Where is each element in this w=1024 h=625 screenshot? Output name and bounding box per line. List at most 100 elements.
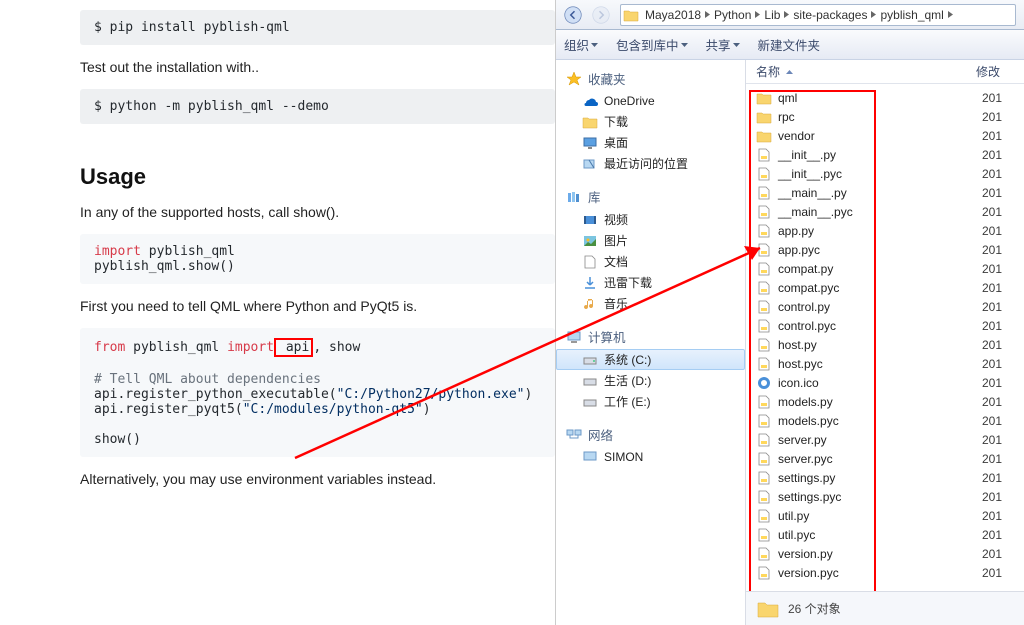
- file-row[interactable]: version.pyc201: [746, 563, 1024, 582]
- file-row[interactable]: compat.py201: [746, 259, 1024, 278]
- code-block-demo: $ python -m pyblish_qml --demo: [80, 89, 555, 124]
- file-row[interactable]: icon.ico201: [746, 373, 1024, 392]
- file-row[interactable]: control.pyc201: [746, 316, 1024, 335]
- file-row[interactable]: util.pyc201: [746, 525, 1024, 544]
- back-button[interactable]: [560, 3, 586, 27]
- recent-icon: [582, 156, 598, 172]
- file-row[interactable]: version.py201: [746, 544, 1024, 563]
- kw-import: import: [94, 244, 141, 259]
- tree-node-xunlei[interactable]: 迅雷下载: [556, 272, 745, 293]
- file-row[interactable]: __init__.py201: [746, 145, 1024, 164]
- windows-explorer: Maya2018 Python Lib site-packages pyblis…: [555, 0, 1024, 625]
- comment-deps: # Tell QML about dependencies: [94, 372, 321, 387]
- libraries-label: 库: [588, 187, 601, 206]
- file-rows[interactable]: qml201rpc201vendor201__init__.py201__ini…: [746, 84, 1024, 582]
- file-row[interactable]: host.py201: [746, 335, 1024, 354]
- file-row[interactable]: __main__.py201: [746, 183, 1024, 202]
- tree-node-videos[interactable]: 视频: [556, 209, 745, 230]
- tree-node-music[interactable]: 音乐: [556, 293, 745, 314]
- bc-item[interactable]: site-packages: [789, 8, 871, 22]
- libraries-head[interactable]: 库: [556, 184, 745, 209]
- file-row[interactable]: server.pyc201: [746, 449, 1024, 468]
- file-name: util.py: [778, 509, 982, 523]
- file-name: compat.pyc: [778, 281, 982, 295]
- file-row[interactable]: rpc201: [746, 107, 1024, 126]
- breadcrumb[interactable]: Maya2018 Python Lib site-packages pyblis…: [620, 4, 1016, 26]
- install-cmd: $ pip install pyblish-qml: [94, 20, 290, 35]
- computer-label: 计算机: [588, 327, 626, 346]
- file-row[interactable]: __init__.pyc201: [746, 164, 1024, 183]
- file-row[interactable]: vendor201: [746, 126, 1024, 145]
- share-menu[interactable]: 共享: [706, 35, 740, 54]
- network-head[interactable]: 网络: [556, 422, 745, 447]
- file-name: settings.pyc: [778, 490, 982, 504]
- forward-button[interactable]: [588, 3, 614, 27]
- chevron-down-icon: [591, 43, 598, 47]
- file-icon: [756, 223, 772, 239]
- file-date: 201: [982, 205, 1002, 219]
- file-row[interactable]: app.pyc201: [746, 240, 1024, 259]
- file-row[interactable]: models.pyc201: [746, 411, 1024, 430]
- bc-item[interactable]: Python: [710, 8, 755, 22]
- computer-head[interactable]: 计算机: [556, 324, 745, 349]
- chevron-right-icon: [948, 11, 953, 18]
- tree-node-onedrive[interactable]: OneDrive: [556, 91, 745, 111]
- bc-item[interactable]: Lib: [760, 8, 784, 22]
- new-folder-label: 新建文件夹: [758, 35, 821, 54]
- organize-menu[interactable]: 组织: [564, 35, 598, 54]
- file-date: 201: [982, 528, 1002, 542]
- tree-node-documents[interactable]: 文档: [556, 251, 745, 272]
- file-row[interactable]: models.py201: [746, 392, 1024, 411]
- reg-qt-call: api.register_pyqt5(: [94, 402, 243, 417]
- file-icon: [756, 489, 772, 505]
- file-date: 201: [982, 186, 1002, 200]
- include-menu[interactable]: 包含到库中: [616, 35, 688, 54]
- import-show: , show: [313, 340, 360, 355]
- file-name: __main__.py: [778, 186, 982, 200]
- bc-item[interactable]: Maya2018: [641, 8, 705, 22]
- file-row[interactable]: __main__.pyc201: [746, 202, 1024, 221]
- tree-node-simon[interactable]: SIMON: [556, 447, 745, 467]
- file-row[interactable]: control.py201: [746, 297, 1024, 316]
- bc-item[interactable]: pyblish_qml: [876, 8, 947, 22]
- usage-heading: Usage: [80, 164, 555, 190]
- favorites-head[interactable]: 收藏夹: [556, 66, 745, 91]
- document-icon: [582, 254, 598, 270]
- drive-icon: [582, 394, 598, 410]
- code-block-show: import pyblish_qml pyblish_qml.show(): [80, 234, 555, 284]
- tree-node-downloads[interactable]: 下载: [556, 111, 745, 132]
- file-date: 201: [982, 319, 1002, 333]
- tree-node-drive-e[interactable]: 工作 (E:): [556, 391, 745, 412]
- tree-node-drive-d[interactable]: 生活 (D:): [556, 370, 745, 391]
- file-icon: [756, 204, 772, 220]
- favorites-group: 收藏夹 OneDrive 下载 桌面 最近访问的位置: [556, 66, 745, 174]
- column-name[interactable]: 名称: [756, 63, 976, 80]
- column-headers[interactable]: 名称 修改: [746, 60, 1024, 84]
- close-paren1: ): [524, 387, 532, 402]
- file-date: 201: [982, 376, 1002, 390]
- file-icon: [756, 166, 772, 182]
- file-icon: [756, 147, 772, 163]
- file-row[interactable]: qml201: [746, 88, 1024, 107]
- node-label: 图片: [604, 232, 628, 249]
- new-folder-button[interactable]: 新建文件夹: [758, 35, 821, 54]
- file-row[interactable]: settings.pyc201: [746, 487, 1024, 506]
- column-modified[interactable]: 修改: [976, 63, 1000, 80]
- code-block-api: from pyblish_qml import api, show # Tell…: [80, 328, 555, 457]
- tree-node-recent[interactable]: 最近访问的位置: [556, 153, 745, 174]
- include-label: 包含到库中: [616, 35, 679, 54]
- tree-node-desktop[interactable]: 桌面: [556, 132, 745, 153]
- file-date: 201: [982, 509, 1002, 523]
- file-row[interactable]: settings.py201: [746, 468, 1024, 487]
- tree-node-drive-c[interactable]: 系统 (C:): [556, 349, 745, 370]
- file-row[interactable]: host.pyc201: [746, 354, 1024, 373]
- file-name: util.pyc: [778, 528, 982, 542]
- computer-icon: [566, 329, 582, 345]
- file-row[interactable]: compat.pyc201: [746, 278, 1024, 297]
- file-icon: [756, 318, 772, 334]
- tree-node-pictures[interactable]: 图片: [556, 230, 745, 251]
- file-row[interactable]: util.py201: [746, 506, 1024, 525]
- file-row[interactable]: server.py201: [746, 430, 1024, 449]
- file-row[interactable]: app.py201: [746, 221, 1024, 240]
- navigation-tree[interactable]: 收藏夹 OneDrive 下载 桌面 最近访问的位置 库 视频 图片 文档 迅雷…: [556, 60, 746, 625]
